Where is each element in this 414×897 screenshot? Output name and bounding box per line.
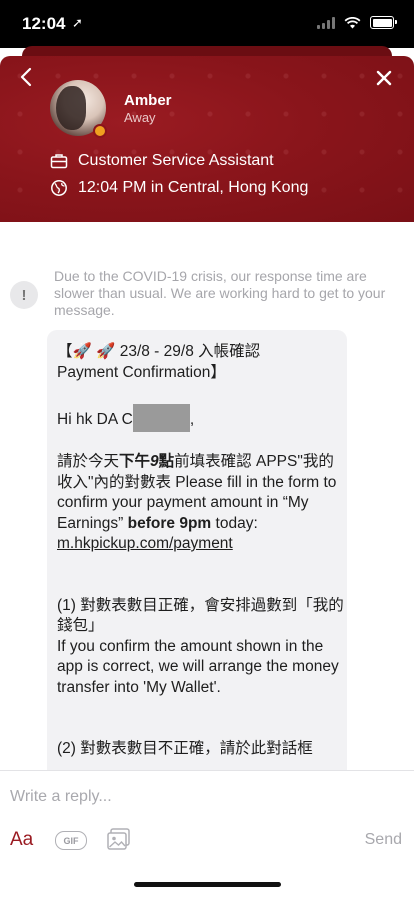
agent-role-row: Customer Service Assistant (50, 152, 274, 170)
globe-icon (51, 180, 67, 196)
conversation[interactable]: ! Due to the COVID-19 crisis, our respon… (0, 222, 414, 770)
agent-status: Away (124, 110, 156, 125)
message-greeting-end: , (189, 410, 195, 428)
signal-icon (317, 16, 335, 29)
covid-notice: Due to the COVID-19 crisis, our response… (54, 268, 386, 318)
text-format-button[interactable]: Aa (10, 829, 33, 851)
battery-icon (370, 16, 397, 29)
reply-composer: Aa GIF Send (0, 770, 414, 897)
agent-header: Amber Away Customer Service Assistant 12… (0, 56, 414, 222)
payment-link[interactable]: m.hkpickup.com/payment (57, 535, 233, 552)
message-title-line1: 【🚀 🚀 23/8 - 29/8 入帳確認 (57, 343, 261, 360)
message-option-2: (2) 對數表數目不正確，請於此對話框 (57, 740, 313, 757)
notice-icon: ! (10, 281, 38, 309)
status-indicators (317, 16, 397, 29)
message-option-1: (1) 對數表數目正確，會安排過數到「我的錢包」 (57, 596, 344, 635)
agent-name: Amber (124, 92, 172, 109)
back-button[interactable] (14, 64, 40, 90)
briefcase-icon (50, 154, 68, 169)
status-time: 12:04 (22, 14, 66, 33)
home-indicator[interactable] (134, 882, 281, 887)
location-arrow-icon: ➚ (72, 15, 83, 30)
header-pattern (0, 56, 414, 222)
message-title-line2: Payment Confirmation】 (57, 363, 226, 381)
send-button[interactable]: Send (365, 831, 402, 849)
agent-role: Customer Service Assistant (78, 152, 274, 169)
gif-button[interactable]: GIF (55, 831, 87, 850)
agent-location-row: 12:04 PM in Central, Hong Kong (50, 179, 308, 197)
presence-indicator (93, 124, 107, 138)
message-option-1-english: If you confirm the amount shown in the a… (57, 637, 339, 696)
message-paragraph: 請於今天下午9點前填表確認 APPS"我的收入"內的對數表 Please fil… (57, 453, 337, 552)
redacted-name (132, 403, 190, 432)
message-greeting: Hi hk DA C (57, 410, 133, 428)
agent-local-time: 12:04 PM in Central, Hong Kong (78, 179, 309, 196)
status-bar: 12:04 ➚ (0, 0, 414, 48)
close-button[interactable] (374, 68, 394, 88)
reply-input[interactable] (10, 785, 390, 809)
message-content: 【🚀 🚀 23/8 - 29/8 入帳確認 Payment Confirmati… (57, 342, 347, 770)
image-icon[interactable] (106, 827, 132, 851)
wifi-icon (344, 16, 361, 28)
